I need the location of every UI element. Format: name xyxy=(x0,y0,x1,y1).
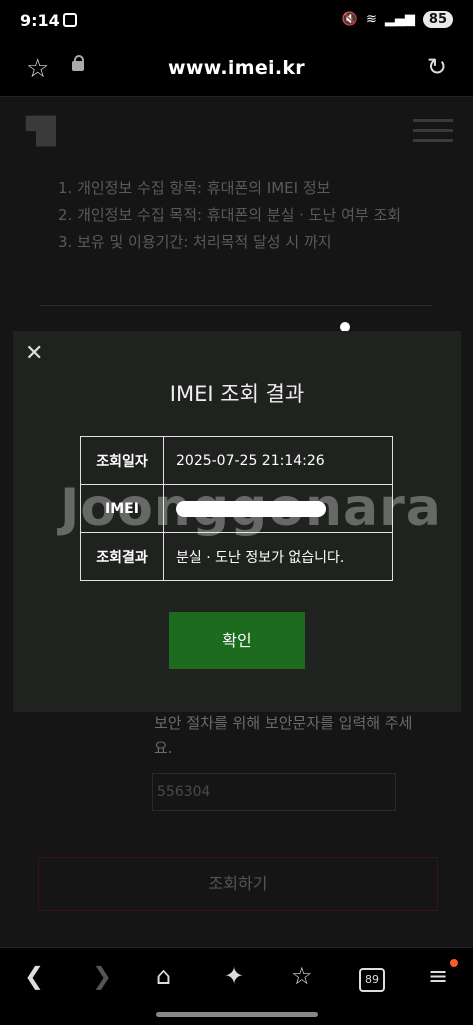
menu-icon[interactable]: ≡ xyxy=(428,962,448,990)
notification-dot xyxy=(450,959,458,967)
home-indicator xyxy=(156,1012,318,1017)
close-icon[interactable]: ✕ xyxy=(25,341,43,366)
sparkle-icon[interactable]: ✦ xyxy=(224,962,244,990)
site-logo[interactable]: ▜▌ xyxy=(26,117,66,147)
mute-icon: 🔇 xyxy=(341,12,358,27)
captcha-instruction: 보안 절차를 위해 보안문자를 입력해 주세요. xyxy=(154,714,413,757)
url-text[interactable]: www.imei.kr xyxy=(0,57,473,79)
wifi-icon: ≋ xyxy=(366,12,377,27)
signal-icon: ▂▄▆ xyxy=(384,12,415,27)
home-icon[interactable]: ⌂ xyxy=(156,962,171,990)
back-icon[interactable]: ❮ xyxy=(24,962,44,990)
status-time: 9:14 xyxy=(20,11,60,30)
notice-item: 3. 보유 및 이용기간: 처리목적 달성 시 까지 xyxy=(58,233,332,251)
forward-icon[interactable]: ❯ xyxy=(92,962,112,990)
row-value: 분실 · 도난 정보가 없습니다. xyxy=(163,532,393,581)
captcha-input[interactable]: 556304 xyxy=(152,773,396,811)
row-label: 조회결과 xyxy=(80,532,164,581)
bookmarks-icon[interactable]: ☆ xyxy=(291,962,313,990)
privacy-notice: 1. 개인정보 수집 항목: 휴대폰의 IMEI 정보 2. 개인정보 수집 목… xyxy=(58,175,438,256)
notice-item: 2. 개인정보 수집 목적: 휴대폰의 분실 · 도난 여부 조회 xyxy=(58,206,402,224)
divider xyxy=(40,305,433,306)
browser-address-bar: ☆ www.imei.kr ↻ xyxy=(0,44,473,97)
watermark: Joonggonara xyxy=(60,478,442,538)
reload-icon[interactable]: ↻ xyxy=(427,53,447,81)
submit-button[interactable]: 조회하기 xyxy=(38,857,438,911)
tabs-count-icon[interactable]: 89 xyxy=(359,968,385,992)
status-icons: 🔇 ≋ ▂▄▆ 85 xyxy=(342,11,453,28)
hamburger-menu-icon[interactable] xyxy=(413,119,453,143)
table-row: 조회결과 분실 · 도난 정보가 없습니다. xyxy=(80,532,393,581)
battery-indicator: 85 xyxy=(422,11,453,28)
notice-item: 1. 개인정보 수집 항목: 휴대폰의 IMEI 정보 xyxy=(58,179,331,197)
modal-title: IMEI 조회 결과 xyxy=(169,382,305,406)
status-bar: 9:14 🔇 ≋ ▂▄▆ 85 xyxy=(0,0,473,44)
confirm-button[interactable]: 확인 xyxy=(169,612,305,669)
screen-record-icon xyxy=(63,13,77,27)
